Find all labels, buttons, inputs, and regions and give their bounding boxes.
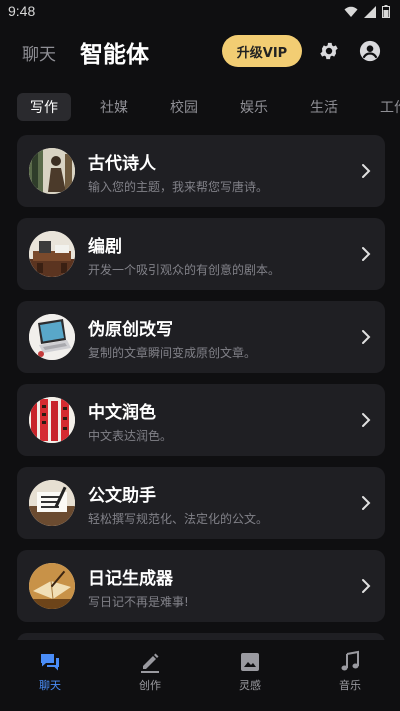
nav-label: 音乐: [339, 679, 361, 692]
page-title: 智能体: [80, 42, 149, 68]
tab-life[interactable]: 生活: [297, 93, 351, 121]
chevron-right-icon: [362, 413, 371, 427]
upgrade-vip-button[interactable]: 升级VIP: [222, 35, 302, 67]
card-description: 轻松撰写规范化、法定化的公文。: [88, 512, 269, 526]
card-description: 写日记不再是难事!: [88, 595, 189, 609]
tab-social-media[interactable]: 社媒: [87, 93, 141, 121]
card-description: 输入您的主题，我来帮您写唐诗。: [88, 180, 269, 194]
diary-book-thumbnail: [29, 563, 75, 609]
card-title: 编剧: [88, 237, 122, 257]
status-icons: [344, 5, 390, 18]
card-title: 伪原创改写: [88, 320, 173, 340]
image-icon: [241, 653, 259, 671]
screenwriter-desk-thumbnail: [29, 231, 75, 277]
pencil-icon: [141, 653, 159, 673]
ancient-poet-thumbnail: [29, 148, 75, 194]
nav-create[interactable]: 创作: [100, 641, 200, 711]
battery-icon: [382, 5, 390, 18]
chevron-right-icon: [362, 247, 371, 261]
tab-campus[interactable]: 校园: [157, 93, 211, 121]
tab-work[interactable]: 工作: [367, 93, 400, 121]
nav-inspiration[interactable]: 灵感: [200, 641, 300, 711]
status-bar: 9:48: [0, 0, 400, 26]
laptop-thumbnail: [29, 314, 75, 360]
nav-chat[interactable]: 聊天: [0, 641, 100, 711]
agent-card-list: 古代诗人 输入您的主题，我来帮您写唐诗。 编剧 开发一个吸引观众的有创意的剧本。: [17, 135, 385, 653]
card-description: 开发一个吸引观众的有创意的剧本。: [88, 263, 281, 277]
header: 聊天 智能体 升级VIP: [0, 32, 400, 72]
chevron-right-icon: [362, 330, 371, 344]
card-description: 复制的文章瞬间变成原创文章。: [88, 346, 257, 360]
status-time: 9:48: [8, 3, 36, 19]
chevron-right-icon: [362, 579, 371, 593]
nav-label: 聊天: [39, 679, 61, 692]
agent-card-diary-generator[interactable]: 日记生成器 写日记不再是难事!: [17, 550, 385, 622]
music-note-icon: [341, 650, 359, 671]
document-desk-thumbnail: [29, 480, 75, 526]
wifi-icon: [344, 6, 358, 17]
tab-writing[interactable]: 写作: [17, 93, 71, 121]
category-tabs: 写作 社媒 校园 娱乐 生活 工作: [17, 93, 400, 121]
agent-card-ancient-poet[interactable]: 古代诗人 输入您的主题，我来帮您写唐诗。: [17, 135, 385, 207]
red-couplets-thumbnail: [29, 397, 75, 443]
card-title: 日记生成器: [88, 569, 173, 589]
agent-card-screenwriter[interactable]: 编剧 开发一个吸引观众的有创意的剧本。: [17, 218, 385, 290]
nav-label: 灵感: [239, 679, 261, 692]
tab-entertainment[interactable]: 娱乐: [227, 93, 281, 121]
card-description: 中文表达润色。: [88, 429, 173, 443]
agent-card-chinese-polish[interactable]: 中文润色 中文表达润色。: [17, 384, 385, 456]
card-title: 古代诗人: [88, 154, 156, 174]
agent-card-official-document-assistant[interactable]: 公文助手 轻松撰写规范化、法定化的公文。: [17, 467, 385, 539]
nav-music[interactable]: 音乐: [300, 641, 400, 711]
chevron-right-icon: [362, 496, 371, 510]
chevron-right-icon: [362, 164, 371, 178]
account-icon[interactable]: [359, 40, 381, 62]
bottom-nav: 聊天 创作 灵感 音乐: [0, 640, 400, 711]
card-title: 公文助手: [88, 486, 156, 506]
nav-label: 创作: [139, 679, 161, 692]
chat-icon: [41, 654, 59, 671]
agent-card-pseudo-original-rewrite[interactable]: 伪原创改写 复制的文章瞬间变成原创文章。: [17, 301, 385, 373]
card-title: 中文润色: [88, 403, 156, 423]
signal-icon: [364, 5, 376, 18]
chat-tab[interactable]: 聊天: [22, 40, 56, 65]
gear-icon[interactable]: [318, 40, 340, 62]
